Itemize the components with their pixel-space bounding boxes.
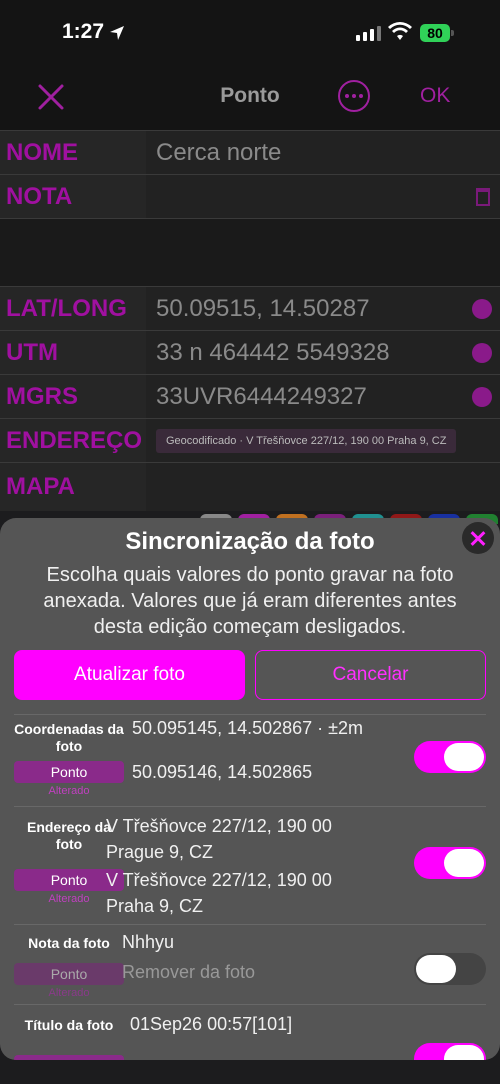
latlong-label: LAT/LONG	[0, 287, 146, 331]
sync-item-note: Nota da foto Nhhyu Ponto Alterado Remove…	[14, 924, 486, 1005]
sync-item-label: Nota da foto	[28, 935, 110, 951]
trash-icon[interactable]	[476, 188, 490, 206]
sync-item-label: Título da foto	[24, 1017, 114, 1033]
note-row: NOTA	[0, 174, 500, 219]
geocoded-address-chip[interactable]: Geocodificado · V Třešňovce 227/12, 190 …	[156, 429, 457, 453]
map-field[interactable]	[146, 463, 500, 511]
point-value: 50.095146, 14.502865	[132, 762, 313, 782]
address-toggle[interactable]	[414, 847, 486, 879]
point-value: Remover da foto	[122, 962, 256, 982]
address-field[interactable]: Geocodificado · V Třešňovce 227/12, 190 …	[146, 419, 500, 463]
point-chip: Ponto	[14, 761, 124, 783]
sync-item-coordinates: Coordenadas da foto 50.095145, 14.502867…	[14, 714, 486, 805]
address-row: ENDEREÇO Geocodificado · V Třešňovce 227…	[0, 418, 500, 463]
status-bar: 1:27 80	[0, 0, 500, 64]
utm-field[interactable]: 33 n 464442 5549328	[146, 331, 500, 375]
note-textarea[interactable]	[0, 218, 500, 288]
utm-label: UTM	[0, 331, 146, 375]
coordinates-toggle[interactable]	[414, 741, 486, 773]
point-value: V Třešňovce 227/12, 190 00 Praha 9, CZ	[106, 870, 332, 916]
name-row: NOME Cerca norte	[0, 130, 500, 175]
ok-button[interactable]: OK	[420, 84, 450, 108]
photo-value: V Třešňovce 227/12, 190 00 Prague 9, CZ	[106, 816, 332, 862]
changed-label: Alterado	[48, 785, 90, 797]
update-photo-button[interactable]: Atualizar foto	[14, 650, 245, 700]
changed-label: Alterado	[48, 987, 90, 999]
address-label: ENDEREÇO	[0, 419, 146, 463]
photo-value: 50.095145, 14.502867 · ±2m	[132, 718, 364, 738]
name-field[interactable]: Cerca norte	[146, 131, 500, 175]
share-latlong-icon[interactable]	[472, 299, 492, 319]
name-label: NOME	[0, 131, 146, 175]
nav-bar: Ponto OK	[0, 64, 500, 130]
photo-value: Nhhyu	[122, 932, 175, 952]
cellular-signal-icon	[356, 26, 381, 41]
sheet-description: Escolha quais valores do ponto gravar na…	[43, 564, 457, 638]
utm-row: UTM 33 n 464442 5549328	[0, 330, 500, 375]
map-label: MAPA	[0, 463, 146, 511]
note-header-field	[146, 175, 500, 219]
wifi-icon	[388, 22, 412, 40]
map-row: MAPA	[0, 462, 500, 511]
location-arrow-icon	[110, 26, 124, 40]
battery-indicator: 80	[420, 24, 454, 42]
note-label: NOTA	[0, 175, 146, 219]
share-utm-icon[interactable]	[472, 343, 492, 363]
mgrs-row: MGRS 33UVR6444249327	[0, 374, 500, 419]
more-options-icon[interactable]	[338, 80, 370, 112]
latlong-row: LAT/LONG 50.09515, 14.50287	[0, 286, 500, 331]
title-toggle[interactable]	[414, 1043, 486, 1060]
sync-item-address: Endereço da foto V Třešňovce 227/12, 190…	[14, 806, 486, 923]
sync-item-title: Título da foto 01Sep26 00:57[101]	[14, 1004, 486, 1060]
latlong-field[interactable]: 50.09515, 14.50287	[146, 287, 500, 331]
point-chip: Ponto	[14, 963, 124, 985]
sync-item-label: Coordenadas da foto	[14, 721, 124, 754]
status-time: 1:27	[62, 20, 105, 43]
cancel-button[interactable]: Cancelar	[255, 650, 486, 700]
mgrs-field[interactable]: 33UVR6444249327	[146, 375, 500, 419]
note-toggle[interactable]	[414, 953, 486, 985]
home-indicator-area	[0, 1060, 500, 1084]
sheet-title: Sincronização da foto	[125, 528, 375, 555]
photo-sync-sheet: Sincronização da foto Escolha quais valo…	[0, 518, 500, 1060]
share-mgrs-icon[interactable]	[472, 387, 492, 407]
sheet-close-icon[interactable]	[462, 522, 494, 554]
photo-value: 01Sep26 00:57[101]	[130, 1014, 293, 1034]
mgrs-label: MGRS	[0, 375, 146, 419]
